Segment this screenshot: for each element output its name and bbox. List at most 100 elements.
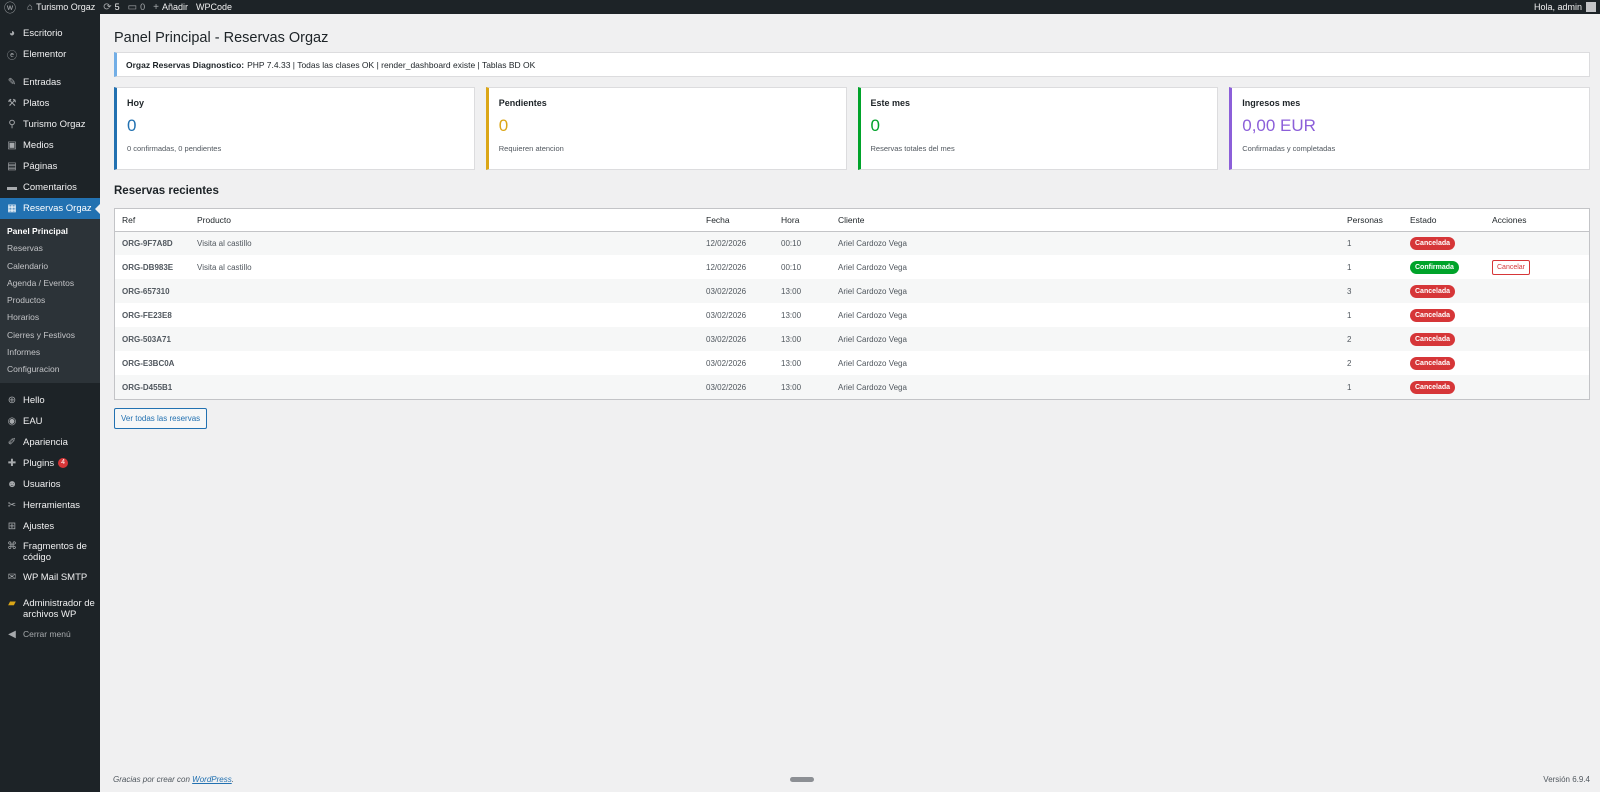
sidebar-item-medios[interactable]: ▣ Medios (0, 135, 100, 156)
cell-estado: Cancelada (1403, 327, 1485, 351)
cell-acciones (1485, 351, 1589, 375)
pages-icon: ▤ (7, 161, 17, 172)
cell-producto: Visita al castillo (197, 262, 252, 272)
location-icon: ⚲ (8, 119, 16, 130)
submenu-item-panel-principal[interactable]: Panel Principal (0, 223, 100, 240)
submenu-item-calendario[interactable]: Calendario (0, 258, 100, 275)
submenu-item-configuracion[interactable]: Configuracion (0, 361, 100, 378)
updates-link[interactable]: ⟳ 5 (99, 0, 123, 14)
card-subtitle: 0 confirmadas, 0 pendientes (127, 144, 222, 153)
cell-fecha: 03/02/2026 (706, 358, 747, 368)
collapse-menu-button[interactable]: ◀ Cerrar menú (0, 624, 100, 645)
cell-hora: 00:10 (774, 231, 831, 255)
submenu-item-reservas[interactable]: Reservas (0, 240, 100, 257)
stat-card-ingresos-mes: Ingresos mes 0,00 EUR Confirmadas y comple… (1229, 87, 1590, 170)
table-row: ORG-503A71 03/02/2026 13:00 Ariel Cardozo V… (115, 327, 1589, 351)
submenu-item-informes[interactable]: Informes (0, 344, 100, 361)
status-badge: Confirmada (1410, 260, 1459, 274)
footer-version: Versión 6.9.4 (1543, 775, 1590, 784)
sidebar-item-turismo-orgaz[interactable]: ⚲ Turismo Orgaz (0, 114, 100, 135)
sidebar-item-platos[interactable]: ⚒ Platos (0, 93, 100, 114)
sidebar-item-elementor[interactable]: ⓔ Elementor (0, 44, 100, 65)
wpcode-link[interactable]: WPCode (192, 0, 236, 14)
cell-fecha: 12/02/2026 (706, 262, 747, 272)
sidebar-item-escritorio[interactable]: ◕ Escritorio (0, 23, 100, 44)
cell-acciones: Cancelar (1485, 255, 1589, 279)
resize-handle[interactable] (790, 777, 814, 782)
cell-producto (190, 351, 699, 375)
home-icon: ⌂ (27, 1, 34, 13)
diagnostic-notice: Orgaz Reservas Diagnostico: PHP 7.4.33 |… (114, 52, 1590, 77)
cell-estado: Cancelada (1403, 279, 1485, 303)
status-badge: Cancelada (1410, 236, 1456, 250)
card-title: Ingresos mes (1242, 98, 1301, 108)
admin-sidebar: ◕ Escritorio ⓔ Elementor ✎ Entradas ⚒ Platos ⚲ T… (0, 14, 100, 792)
sidebar-item-herramientas[interactable]: ✂ Herramientas (0, 495, 100, 516)
card-title: Pendientes (498, 98, 547, 108)
sidebar-item-reservas-orgaz[interactable]: ▦ Reservas Orgaz (0, 198, 100, 219)
cell-hora: 13:00 (774, 327, 831, 351)
sidebar-item-ajustes[interactable]: ⊞ Ajustes (0, 516, 100, 537)
column-header-fecha: Fecha (699, 209, 774, 232)
sidebar-item-wp-mail-smtp[interactable]: ✉ WP Mail SMTP (0, 567, 100, 588)
comments-icon: ▬ (7, 182, 17, 193)
cell-hora: 13:00 (774, 279, 831, 303)
brush-icon: ✐ (7, 436, 17, 448)
stat-card-pendientes: Pendientes 0 Requieren atencion (485, 87, 847, 170)
status-badge: Cancelada (1410, 284, 1456, 298)
view-all-bookings-button[interactable]: Ver todas las reservas (114, 408, 208, 429)
main-content: Panel Principal - Reservas Orgaz Orgaz R… (114, 14, 1590, 429)
cell-producto: Visita al castillo (190, 231, 699, 255)
submenu-item-productos[interactable]: Productos (0, 292, 100, 309)
status-badge: Cancelada (1410, 380, 1456, 394)
sidebar-item-entradas[interactable]: ✎ Entradas (0, 72, 100, 93)
column-header-producto: Producto (190, 209, 699, 232)
sidebar-item-fragmentos[interactable]: ⌘ Fragmentos de código (0, 537, 100, 567)
cell-acciones (1485, 375, 1589, 399)
table-row: ORG-DB983E Visita al castillo 12/02/2026 00… (115, 255, 1589, 279)
wordpress-logo-icon[interactable]: ⓦ (0, 0, 23, 15)
cell-estado: Confirmada (1403, 255, 1485, 279)
settings-icon: ⊞ (7, 520, 17, 532)
sidebar-item-paginas[interactable]: ▤ Páginas (0, 156, 100, 177)
sidebar-item-plugins[interactable]: ✚ Plugins 4 (0, 453, 100, 474)
column-header-personas: Personas (1340, 209, 1403, 232)
account-menu[interactable]: Hola, admin (1530, 0, 1600, 14)
cell-cliente: Ariel Cardozo Vega (838, 358, 907, 368)
sidebar-item-eau[interactable]: ◉ EAU (0, 411, 100, 432)
page-title: Panel Principal - Reservas Orgaz (114, 30, 329, 46)
elementor-icon: ⓔ (7, 51, 17, 62)
cell-cliente: Ariel Cardozo Vega (831, 375, 1340, 399)
updates-icon: ⟳ (103, 1, 112, 13)
cell-personas: 1 (1340, 375, 1403, 399)
card-value: 0 (498, 116, 509, 135)
cell-fecha: 03/02/2026 (699, 279, 774, 303)
add-new-link[interactable]: + Añadir (149, 0, 192, 14)
submenu-item-cierres-y-festivos[interactable]: Cierres y Festivos (0, 327, 100, 344)
wordpress-link[interactable]: WordPress (192, 775, 232, 784)
sidebar-item-admin-archivos[interactable]: ▰ Administrador de archivos WP (0, 594, 100, 624)
mail-icon: ✉ (7, 571, 17, 583)
status-badge: Cancelada (1410, 332, 1456, 346)
sidebar-item-usuarios[interactable]: ☻ Usuarios (0, 474, 100, 495)
submenu-item-agenda-eventos[interactable]: Agenda / Eventos (0, 275, 100, 292)
cell-hora: 13:00 (781, 310, 802, 320)
sidebar-item-comentarios[interactable]: ▬ Comentarios (0, 177, 100, 198)
cancel-booking-button[interactable]: Cancelar (1492, 259, 1531, 275)
cell-producto (190, 303, 699, 327)
site-name-link[interactable]: ⌂ Turismo Orgaz (23, 0, 99, 14)
recent-bookings-title: Reservas recientes (114, 185, 219, 197)
sidebar-item-apariencia[interactable]: ✐ Apariencia (0, 432, 100, 453)
table-row: ORG-E3BC0A 03/02/2026 13:00 Ariel Cardozo V… (115, 351, 1589, 375)
submenu-item-horarios[interactable]: Horarios (0, 309, 100, 326)
comments-link[interactable]: ▭ 0 (124, 0, 149, 14)
cell-acciones (1485, 231, 1589, 255)
status-badge: Cancelada (1410, 308, 1456, 322)
cell-estado: Cancelada (1403, 351, 1485, 375)
card-title: Hoy (127, 98, 145, 108)
collapse-icon: ◀ (8, 628, 16, 640)
plus-circle-icon: ⊕ (7, 394, 17, 406)
pin-icon: ✎ (7, 77, 17, 88)
stat-card-este-mes: Este mes 0 Reservas totales del mes (857, 87, 1219, 170)
sidebar-item-hello[interactable]: ⊕ Hello (0, 390, 100, 411)
